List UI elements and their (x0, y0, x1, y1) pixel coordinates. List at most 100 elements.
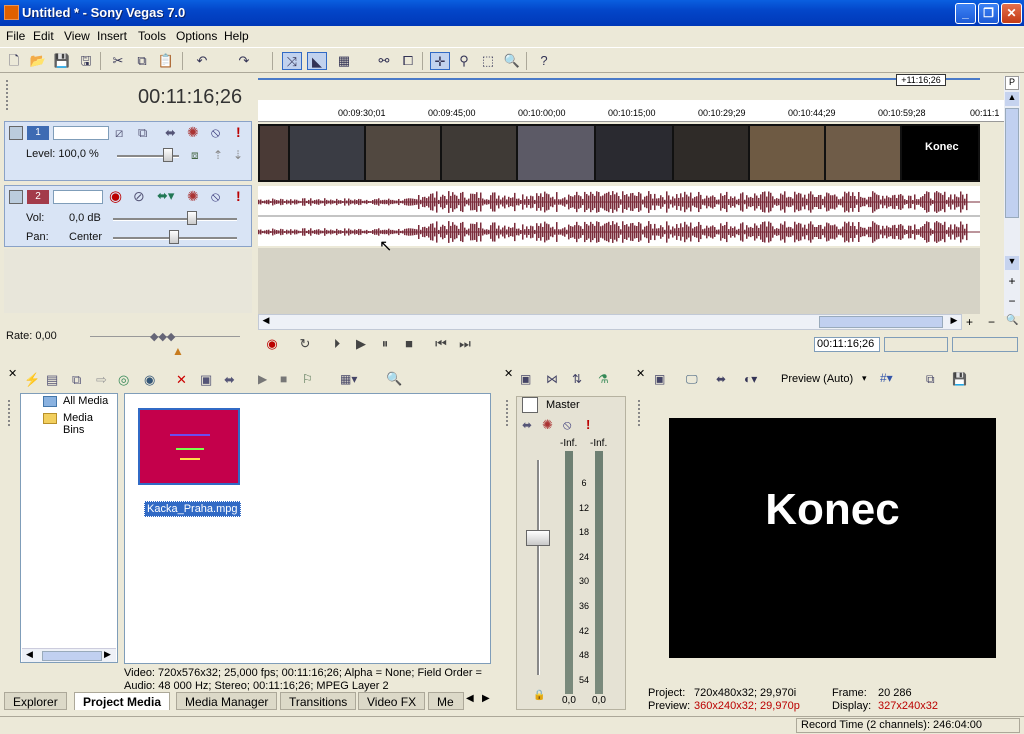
pause-button[interactable]: ⏸ (375, 334, 395, 354)
tree-item-media-bins[interactable]: Media Bins (63, 412, 117, 436)
loop-button[interactable]: ↻ (295, 334, 315, 354)
collapse-icon[interactable] (9, 190, 23, 204)
lock-envelopes-icon[interactable]: ◣ (307, 52, 327, 70)
media-filename[interactable]: Kacka_Praha.mpg (144, 501, 241, 517)
timeline-vertical-scrollbar[interactable]: P ▲ ▼ + − (1004, 76, 1020, 316)
record-button[interactable]: ◉ (262, 334, 282, 354)
save-snapshot-icon[interactable]: 💾 (952, 372, 967, 386)
tab-transitions[interactable]: Transitions (280, 692, 357, 710)
new-icon[interactable]: 🗋 (4, 52, 24, 70)
envelope-tool-icon[interactable]: ⚲ (454, 52, 474, 70)
mute-icon[interactable]: ⦸ (211, 124, 220, 141)
open-icon[interactable]: 📂 (28, 52, 48, 70)
tab-explorer[interactable]: Explorer (4, 692, 67, 710)
tab-scroll-right-icon[interactable]: ▶ (482, 693, 490, 704)
scroll-right-icon[interactable]: ▶ (947, 315, 961, 329)
insert-bus-icon[interactable]: ▣ (520, 372, 531, 386)
track-fx-icon[interactable]: ✺ (187, 124, 199, 141)
play-button[interactable]: ▶ (351, 334, 371, 354)
zoom-in-icon[interactable]: + (1005, 274, 1019, 288)
video-preview-screen[interactable]: Konec (669, 418, 996, 658)
save-icon[interactable]: 💾 (52, 52, 72, 70)
make-parent-icon[interactable]: ⇡ (213, 148, 223, 162)
auto-preview-icon[interactable]: ⚐ (302, 372, 313, 386)
search-media-icon[interactable]: 🔍 (386, 371, 402, 387)
close-window-icon[interactable]: ✕ (504, 367, 513, 380)
whats-this-icon[interactable]: ? (534, 52, 554, 70)
play-from-start-button[interactable]: ⏵ (327, 334, 347, 354)
properties-icon[interactable]: ◉ (144, 372, 155, 388)
tab-video-fx[interactable]: Video FX (358, 692, 426, 710)
rate-shuttle-icon[interactable]: ◆◆◆ (150, 330, 175, 343)
timeline-horizontal-scrollbar[interactable]: ◀ ▶ (258, 314, 962, 330)
lock-icon[interactable]: 🔒 (533, 690, 545, 701)
stop-preview-icon[interactable]: ■ (280, 372, 287, 386)
video-track-header[interactable]: 1 ⧄ ⧉ ⬌ ✺ ⦸ ! Level: 100,0 % ⧈ ⇡ ⇣ (4, 121, 252, 181)
menu-view[interactable]: View (64, 29, 90, 43)
menu-file[interactable]: File (6, 29, 25, 43)
master-fx-chain-icon[interactable]: ⬌ (522, 418, 532, 432)
media-properties-icon[interactable]: ▣ (200, 372, 212, 388)
gripper[interactable] (6, 80, 10, 110)
tab-media-manager[interactable]: Media Manager (176, 692, 278, 710)
restore-button[interactable]: ❐ (978, 3, 999, 24)
copy-snapshot-icon[interactable]: ⧉ (926, 372, 935, 387)
auto-ripple-icon[interactable]: ⤨ (282, 52, 302, 70)
menu-insert[interactable]: Insert (97, 29, 127, 43)
scroll-up-icon[interactable]: ▲ (1005, 92, 1019, 106)
gripper[interactable] (506, 400, 510, 426)
insert-fx-icon[interactable]: ⋈ (546, 372, 558, 386)
get-media-icon[interactable]: ⧉ (72, 372, 81, 388)
video-fx-icon[interactable]: ⬌ (716, 372, 726, 386)
zoom-tool-icon[interactable]: 🔍 (1006, 315, 1018, 326)
import-media-icon[interactable]: ⚡ (24, 372, 40, 388)
paste-icon[interactable]: 📋 (156, 52, 176, 70)
split-screen-icon[interactable]: ◐▾ (744, 372, 757, 386)
empty-track-area[interactable] (4, 249, 252, 313)
stop-button[interactable]: ■ (399, 334, 419, 354)
dim-output-icon[interactable]: ⚗ (598, 372, 609, 386)
master-fader-thumb[interactable] (526, 530, 550, 546)
downmix-icon[interactable]: ⇅ (572, 372, 582, 386)
master-solo-icon[interactable]: ! (586, 417, 590, 432)
tab-scroll-left-icon[interactable]: ◀ (466, 693, 474, 704)
minimize-button[interactable]: _ (955, 3, 976, 24)
normal-edit-tool-icon[interactable]: ✛ (430, 52, 450, 70)
go-to-end-button[interactable]: ⏭ (455, 334, 475, 354)
cut-icon[interactable]: ✂ (108, 52, 128, 70)
tab-media-generators[interactable]: Me (428, 692, 464, 710)
chevron-down-icon[interactable]: ▾ (862, 373, 867, 384)
volume-slider-thumb[interactable] (187, 211, 197, 225)
marker-flag-icon[interactable]: P (1005, 76, 1019, 90)
zoom-tool-icon[interactable]: 🔍 (502, 52, 522, 70)
track-fx-icon[interactable]: ✺ (187, 188, 199, 205)
master-fx-icon[interactable]: ✺ (542, 417, 553, 433)
audio-track-header[interactable]: 2 ◉ ⊘ ⬌▾ ✺ ⦸ ! Vol: 0,0 dB Pan: Center (4, 185, 252, 247)
track-name-field[interactable] (53, 190, 103, 204)
capture-video-icon[interactable]: ▤ (46, 372, 58, 388)
save-as-icon[interactable]: 🖫 (76, 52, 96, 70)
compositing-icon[interactable]: ⧉ (138, 125, 147, 141)
audio-track-events[interactable] (258, 186, 980, 246)
preview-properties-icon[interactable]: ▣ (654, 372, 665, 386)
menu-help[interactable]: Help (224, 29, 249, 43)
empty-track-lane[interactable] (258, 248, 980, 314)
start-preview-icon[interactable]: ▶ (258, 372, 267, 386)
zoom-out-icon[interactable]: − (1005, 294, 1019, 308)
redo-icon[interactable]: ↷ (234, 52, 254, 70)
tree-hscrollbar[interactable]: ◀ ▶ (22, 648, 116, 662)
master-fader-track[interactable] (537, 460, 540, 675)
level-slider-thumb[interactable] (163, 148, 173, 162)
volume-slider[interactable] (113, 218, 237, 221)
menu-tools[interactable]: Tools (138, 29, 166, 43)
group-icon[interactable]: ⧠ (398, 52, 418, 70)
rate-pointer-icon[interactable]: ▲ (172, 344, 184, 358)
selection-start-field[interactable] (884, 337, 948, 352)
views-icon[interactable]: ▦▾ (340, 372, 357, 386)
media-thumbnail[interactable] (138, 408, 240, 485)
composite-mode-icon[interactable]: ⧈ (191, 148, 199, 163)
fx-chain-icon[interactable]: ⬌▾ (157, 188, 174, 204)
selection-length-field[interactable] (952, 337, 1018, 352)
make-child-icon[interactable]: ⇣ (233, 148, 243, 162)
selection-tool-icon[interactable]: ⬚ (478, 52, 498, 70)
